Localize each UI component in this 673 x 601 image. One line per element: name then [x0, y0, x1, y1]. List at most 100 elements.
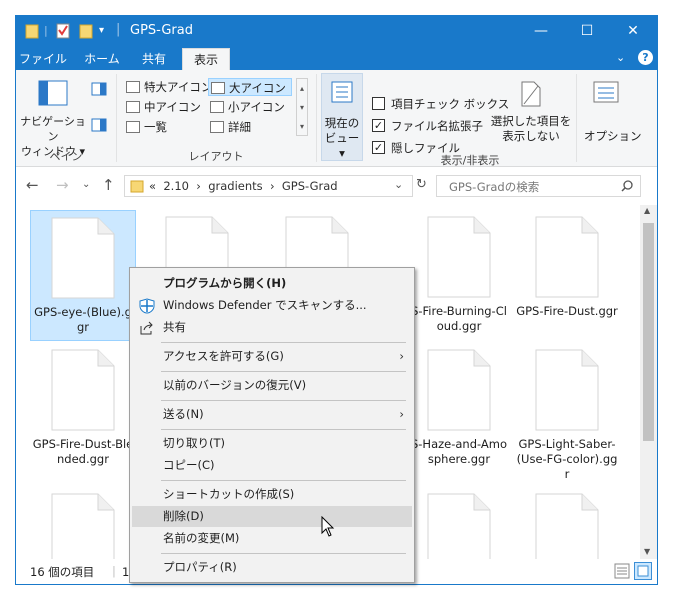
address-bar[interactable]: « 2.10 › gradients › GPS-Grad ⌄	[124, 175, 413, 197]
file-item[interactable]	[406, 487, 512, 559]
search-box[interactable]: GPS-Gradの検索	[436, 175, 641, 197]
file-item[interactable]	[514, 487, 620, 559]
folder-icon	[130, 180, 144, 193]
list-icon	[126, 121, 140, 133]
file-item[interactable]: GPS-Fire-Dust-Blended.ggr	[30, 343, 136, 481]
ribbon-separator	[116, 74, 117, 162]
hide-selected-button[interactable]: 選択した項目を 表示しない	[490, 114, 572, 144]
tab-view[interactable]: 表示	[182, 48, 230, 70]
file-extension-label: ファイル名拡張子	[391, 119, 483, 133]
menu-item-delete[interactable]: 削除(D)	[132, 506, 412, 527]
title-bar: | ▾ | GPS-Grad — ☐ ✕	[16, 16, 657, 46]
menu-item-cut[interactable]: 切り取り(T)	[132, 433, 412, 454]
navigation-bar: ← → ⌄ ↑ « 2.10 › gradients › GPS-Grad ⌄ …	[16, 167, 657, 205]
help-icon[interactable]: ?	[638, 50, 653, 65]
scroll-down-icon[interactable]: ▼	[644, 547, 650, 556]
mouse-cursor-icon	[321, 516, 335, 537]
item-checkbox-toggle[interactable]	[372, 97, 385, 110]
tab-file[interactable]: ファイル	[16, 48, 70, 70]
preview-pane-icon[interactable]	[91, 82, 107, 96]
menu-item-share[interactable]: 共有	[132, 317, 412, 338]
file-item[interactable]: GPS-eye-(Blue).ggr	[30, 210, 136, 341]
details-view-icon[interactable]	[614, 563, 630, 579]
file-item[interactable]	[30, 487, 136, 559]
file-item[interactable]: S-Haze-and-Amosphere.ggr	[406, 343, 512, 481]
menu-item-give-access[interactable]: アクセスを許可する(G) ›	[132, 346, 412, 367]
navigation-pane-icon	[38, 80, 68, 106]
qat-dropdown-icon[interactable]: ▾	[99, 25, 104, 36]
layout-details[interactable]: 詳細	[208, 118, 292, 136]
back-icon[interactable]: ←	[26, 176, 39, 194]
recent-locations-icon[interactable]: ⌄	[82, 179, 90, 190]
breadcrumb: « 2.10 › gradients › GPS-Grad	[149, 179, 338, 193]
scroll-thumb[interactable]	[643, 223, 654, 441]
layout-scroll[interactable]: ▴ ▾ ▾	[296, 78, 308, 136]
file-icon	[535, 349, 599, 431]
file-icon	[535, 216, 599, 298]
up-icon[interactable]: ↑	[102, 176, 115, 194]
menu-item-create-shortcut[interactable]: ショートカットの作成(S)	[132, 484, 412, 505]
file-icon	[51, 217, 115, 299]
scroll-up-icon[interactable]: ▲	[644, 206, 650, 215]
minimize-icon: —	[534, 23, 548, 39]
maximize-icon: ☐	[580, 23, 594, 39]
window-title: GPS-Grad	[130, 23, 193, 38]
new-folder-icon[interactable]	[79, 23, 93, 39]
ribbon-separator	[316, 74, 317, 162]
file-icon	[427, 349, 491, 431]
breadcrumb-chevron[interactable]: ›	[196, 179, 201, 193]
item-count: 16 個の項目	[30, 565, 95, 579]
layout-list[interactable]: 一覧	[124, 118, 206, 136]
extra-large-icons-icon	[126, 81, 140, 93]
context-menu: プログラムから開く(H) Windows Defender でスキャンする...…	[129, 267, 415, 583]
search-icon	[621, 180, 633, 192]
layout-group-label: レイアウト	[188, 150, 244, 163]
forward-icon[interactable]: →	[56, 176, 69, 194]
options-button[interactable]: オプション	[584, 128, 642, 144]
layout-extra-large-icons[interactable]: 特大アイコン	[124, 78, 212, 96]
menu-separator	[161, 429, 406, 430]
address-dropdown-icon[interactable]: ⌄	[394, 178, 403, 191]
file-icon	[427, 216, 491, 298]
properties-icon[interactable]	[56, 23, 70, 39]
tab-share[interactable]: 共有	[132, 48, 176, 70]
windows-defender-icon	[139, 298, 155, 314]
ribbon-separator	[576, 74, 577, 162]
file-item[interactable]: GPS-Light-Saber-(Use-FG-color).ggr	[514, 343, 620, 481]
current-view-button[interactable]: 現在の ビュー ▾	[321, 73, 363, 161]
menu-item-copy[interactable]: コピー(C)	[132, 455, 412, 476]
layout-small-icons[interactable]: 小アイコン	[208, 98, 292, 116]
layout-large-icons[interactable]: 大アイコン	[208, 78, 292, 96]
small-icons-icon	[210, 101, 224, 113]
breadcrumb-item[interactable]: 2.10	[163, 179, 189, 193]
qat-separator: |	[44, 24, 48, 37]
breadcrumb-overflow[interactable]: «	[149, 179, 156, 193]
vertical-scrollbar[interactable]: ▲ ▼	[640, 205, 657, 559]
large-icons-view-icon[interactable]	[634, 562, 652, 580]
file-item[interactable]: GPS-Fire-Dust.ggr	[514, 210, 620, 341]
refresh-icon[interactable]: ↻	[416, 177, 427, 192]
file-extension-toggle[interactable]: ✓	[372, 119, 385, 132]
menu-item-send-to[interactable]: 送る(N) ›	[132, 404, 412, 425]
menu-item-properties[interactable]: プロパティ(R)	[132, 557, 412, 578]
details-pane-icon[interactable]	[91, 118, 107, 132]
breadcrumb-chevron[interactable]: ›	[270, 179, 275, 193]
minimize-button[interactable]: —	[518, 16, 564, 46]
ribbon-tabs: ファイル ホーム 共有 表示 ⌄ ?	[16, 46, 657, 70]
menu-item-restore-previous[interactable]: 以前のバージョンの復元(V)	[132, 375, 412, 396]
menu-item-open-with[interactable]: プログラムから開く(H)	[132, 273, 412, 294]
file-item[interactable]: S-Fire-Burning-Cloud.ggr	[406, 210, 512, 341]
file-icon	[51, 493, 115, 559]
tab-home[interactable]: ホーム	[74, 48, 130, 70]
menu-item-defender-scan[interactable]: Windows Defender でスキャンする...	[132, 295, 412, 316]
breadcrumb-item[interactable]: gradients	[208, 179, 262, 193]
breadcrumb-item[interactable]: GPS-Grad	[282, 179, 338, 193]
submenu-arrow-icon: ›	[399, 349, 404, 363]
menu-item-rename[interactable]: 名前の変更(M)	[132, 528, 412, 549]
close-button[interactable]: ✕	[610, 16, 656, 46]
hide-selected-icon	[521, 81, 541, 107]
layout-medium-icons[interactable]: 中アイコン	[124, 98, 206, 116]
ribbon-collapse-icon[interactable]: ⌄	[616, 51, 625, 64]
search-input[interactable]: GPS-Gradの検索	[449, 179, 539, 195]
maximize-button[interactable]: ☐	[564, 16, 610, 46]
